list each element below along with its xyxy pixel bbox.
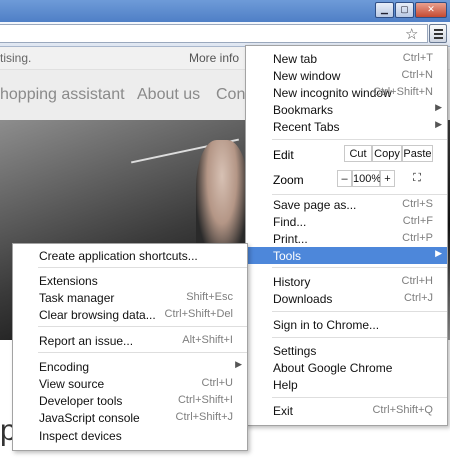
menu-item-history[interactable]: History Ctrl+H (246, 273, 447, 290)
menu-separator (272, 139, 447, 140)
menu-item-clear-browsing-data[interactable]: Clear browsing data... Ctrl+Shift+Del (13, 306, 247, 323)
window-titlebar: ▁ ▢ ✕ (0, 0, 450, 22)
submenu-arrow-icon: ▶ (435, 119, 442, 129)
more-info-link[interactable]: More info (189, 51, 239, 65)
maximize-button[interactable]: ▢ (395, 2, 414, 18)
cut-button[interactable]: Cut (344, 145, 372, 162)
hero-model-image (196, 140, 248, 260)
menu-separator (38, 352, 247, 353)
menu-separator (38, 267, 247, 268)
browser-toolbar (0, 22, 450, 47)
menu-item-exit[interactable]: Exit Ctrl+Shift+Q (246, 402, 447, 419)
menu-item-bookmarks[interactable]: Bookmarks ▶ (246, 101, 447, 118)
menu-item-tools[interactable]: Tools ▶ (246, 247, 447, 264)
menu-separator (272, 267, 447, 268)
zoom-label: Zoom (273, 173, 304, 187)
paste-button[interactable]: Paste (402, 145, 433, 162)
tools-submenu: Create application shortcuts... Extensio… (12, 243, 248, 451)
menu-edit-row: Edit Cut Copy Paste (246, 144, 447, 164)
chrome-menu-button[interactable] (429, 24, 447, 43)
fullscreen-icon[interactable]: ⛶ (404, 170, 430, 187)
menu-item-extensions[interactable]: Extensions (13, 272, 247, 289)
menu-item-settings[interactable]: Settings (246, 342, 447, 359)
menu-item-about-chrome[interactable]: About Google Chrome (246, 359, 447, 376)
submenu-arrow-icon: ▶ (235, 359, 242, 369)
submenu-arrow-icon: ▶ (435, 102, 442, 112)
menu-item-task-manager[interactable]: Task manager Shift+Esc (13, 289, 247, 306)
menu-item-new-incognito-window[interactable]: New incognito window Ctrl+Shift+N (246, 84, 447, 101)
menu-item-new-tab[interactable]: New tab Ctrl+T (246, 50, 447, 67)
menu-separator (272, 311, 447, 312)
menu-item-javascript-console[interactable]: JavaScript console Ctrl+Shift+J (13, 409, 247, 426)
menu-separator (272, 397, 447, 398)
minimize-button[interactable]: ▁ (375, 2, 394, 18)
menu-item-encoding[interactable]: Encoding ▶ (13, 358, 247, 375)
menu-zoom-row: Zoom – 100% + ⛶ (246, 169, 447, 189)
menu-item-print[interactable]: Print... Ctrl+P (246, 230, 447, 247)
zoom-in-button[interactable]: + (380, 170, 395, 187)
chrome-main-menu: New tab Ctrl+T New window Ctrl+N New inc… (245, 45, 448, 426)
menu-item-report-issue[interactable]: Report an issue... Alt+Shift+I (13, 332, 247, 349)
edit-label: Edit (273, 148, 294, 162)
menu-separator (38, 326, 247, 327)
menu-item-find[interactable]: Find... Ctrl+F (246, 213, 447, 230)
zoom-level: 100% (352, 170, 381, 187)
zoom-out-button[interactable]: – (337, 170, 352, 187)
submenu-arrow-icon: ▶ (435, 248, 442, 258)
menu-separator (272, 194, 447, 195)
ad-text: tising. (0, 51, 32, 65)
menu-item-new-window[interactable]: New window Ctrl+N (246, 67, 447, 84)
nav-item-shopping-assistant[interactable]: hopping assistant (0, 86, 125, 104)
menu-item-developer-tools[interactable]: Developer tools Ctrl+Shift+I (13, 392, 247, 409)
nav-item-about-us[interactable]: About us (137, 86, 200, 104)
menu-item-sign-in[interactable]: Sign in to Chrome... (246, 316, 447, 333)
close-button[interactable]: ✕ (415, 2, 447, 18)
menu-item-view-source[interactable]: View source Ctrl+U (13, 375, 247, 392)
menu-item-create-shortcuts[interactable]: Create application shortcuts... (13, 247, 247, 264)
menu-item-save-page[interactable]: Save page as... Ctrl+S (246, 196, 447, 213)
menu-item-inspect-devices[interactable]: Inspect devices (13, 427, 247, 444)
address-bar[interactable] (0, 24, 428, 43)
menu-item-recent-tabs[interactable]: Recent Tabs ▶ (246, 118, 447, 135)
menu-separator (272, 337, 447, 338)
menu-item-downloads[interactable]: Downloads Ctrl+J (246, 290, 447, 307)
hamburger-icon (434, 29, 443, 31)
copy-button[interactable]: Copy (372, 145, 402, 162)
menu-item-help[interactable]: Help (246, 376, 447, 393)
bookmark-star-icon[interactable]: ☆ (405, 25, 418, 43)
